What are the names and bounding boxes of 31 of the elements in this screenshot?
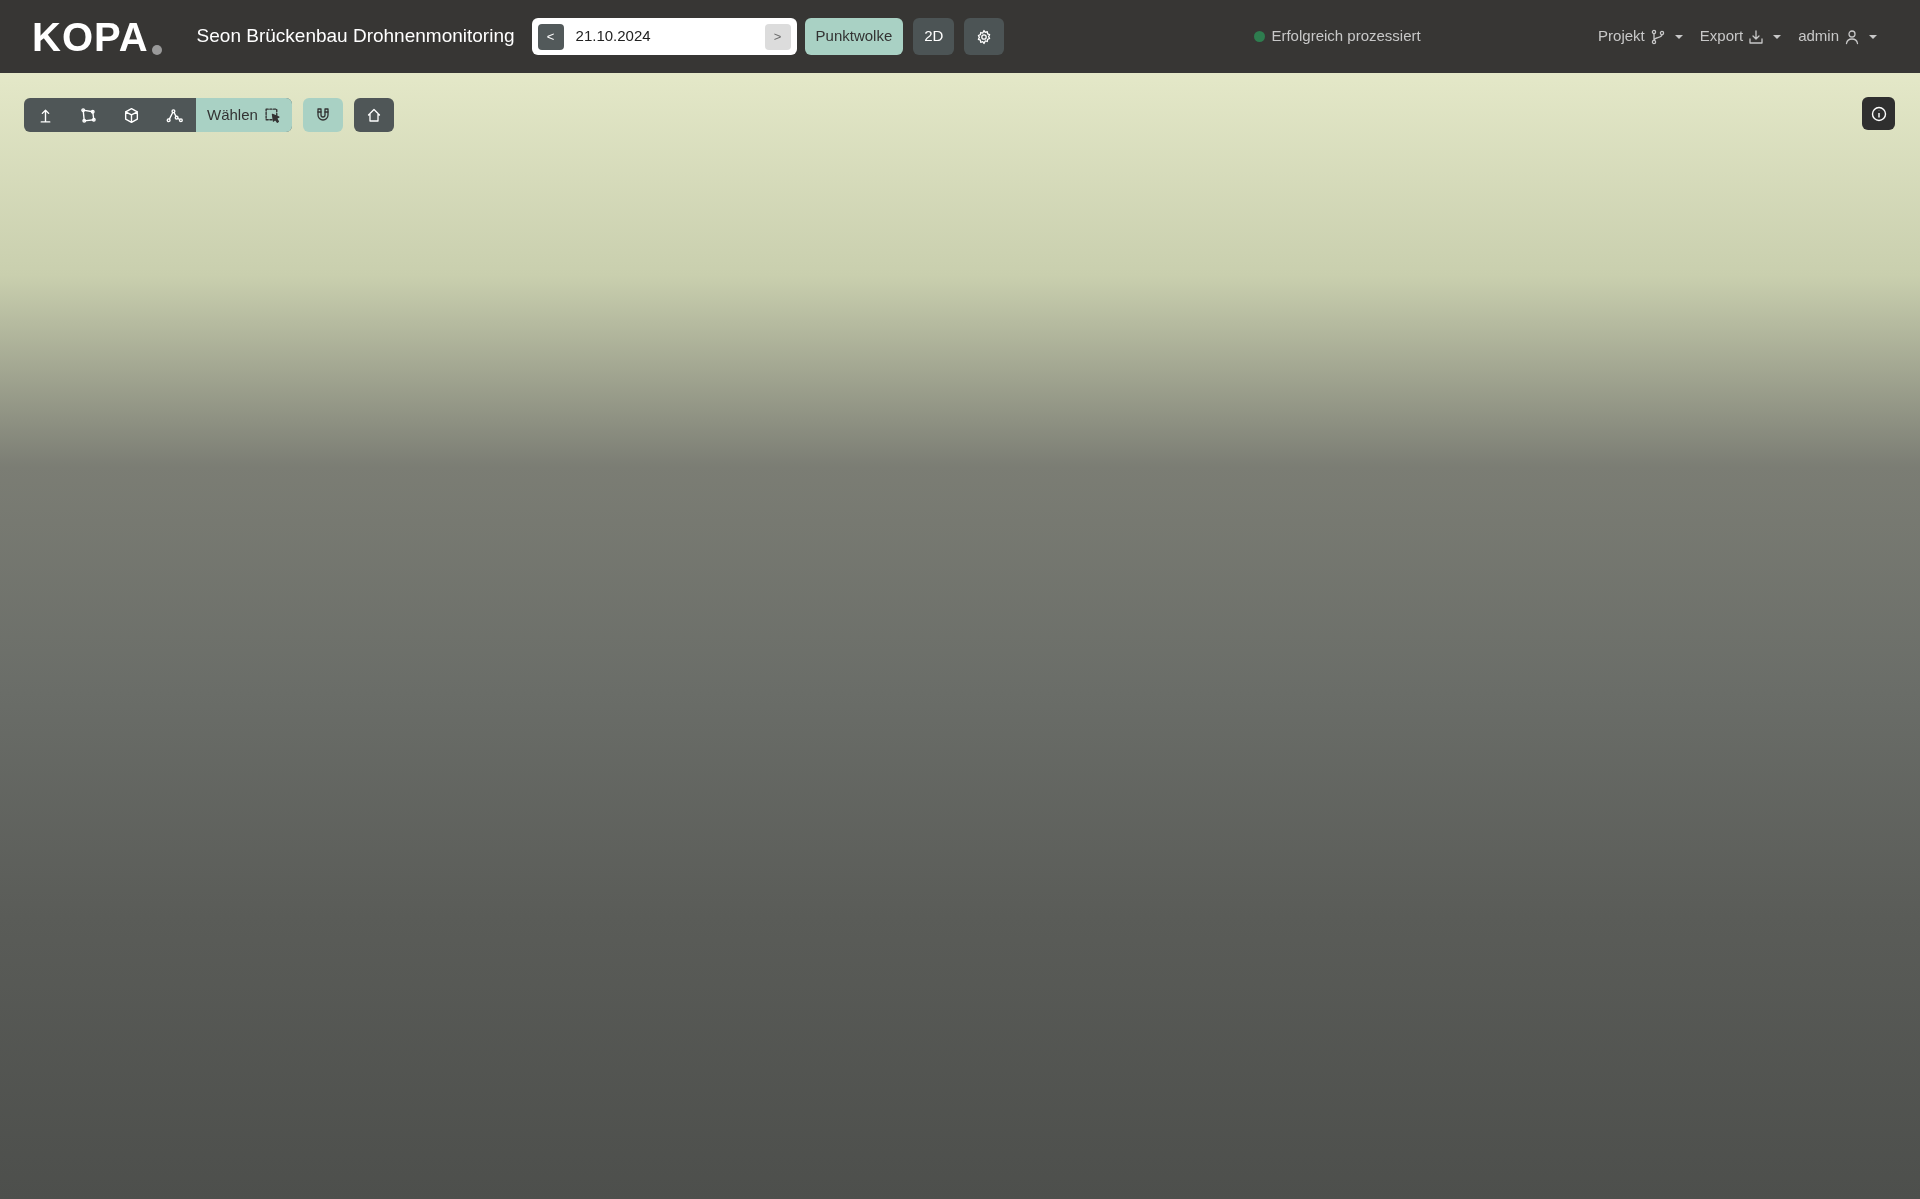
snap-button[interactable] [302, 98, 343, 132]
select-tool-button[interactable]: Wählen [196, 98, 292, 132]
cube-icon [123, 106, 140, 124]
caret-icon [1772, 32, 1783, 41]
settings-icon [976, 28, 993, 45]
selection-cursor-icon [263, 106, 281, 124]
previous-date-button[interactable]: < [537, 23, 564, 50]
settings-button[interactable] [964, 18, 1005, 55]
point-cloud-view[interactable]: Wählen [0, 73, 1920, 1199]
logo: KOPA [32, 16, 149, 57]
download-icon [1748, 28, 1765, 45]
view-mode-tab[interactable]: Punktwolke [804, 18, 904, 55]
logo-dot-icon [151, 44, 162, 55]
polygon-icon [80, 106, 97, 124]
home-button[interactable] [353, 98, 394, 132]
project-title: Seon Brückenbau Drohnenmonitoring [196, 24, 515, 49]
status-text: Erfolgreich prozessiert [1271, 26, 1421, 47]
info-button[interactable] [1862, 97, 1895, 130]
menu-dropdown[interactable]: admin [1798, 25, 1878, 48]
magnet-icon [314, 107, 331, 123]
view-mode-tab[interactable]: 2D [913, 18, 955, 55]
info-icon [1870, 105, 1887, 122]
branch-icon [1649, 28, 1666, 45]
caret-icon [1673, 32, 1684, 41]
caret-icon [1868, 32, 1878, 41]
date-field[interactable]: 21.10.2024 [563, 25, 765, 48]
path-nodes-icon [166, 106, 183, 124]
user-icon [1844, 28, 1860, 45]
home-icon [365, 107, 382, 123]
menu-dropdown[interactable]: Projekt [1598, 25, 1684, 48]
menu-dropdown[interactable]: Export [1699, 25, 1783, 48]
